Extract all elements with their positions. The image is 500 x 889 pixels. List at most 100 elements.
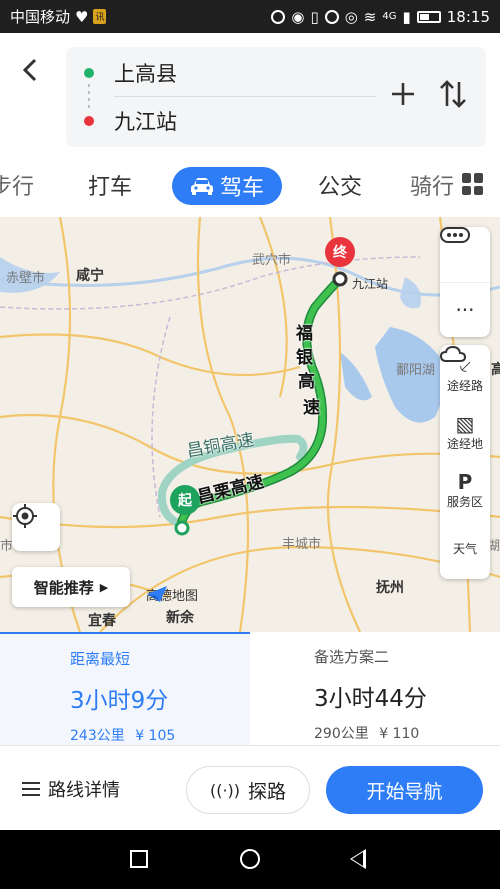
map-label-chibi: 赤壁市: [6, 271, 46, 286]
status-bar: 中国移动 ♥ 讯 ◉ ▯ ◎ ≋ 4G ▮ 18:15: [0, 0, 500, 33]
map-label-fengcheng: 丰城市: [282, 537, 322, 552]
map-label-xinyu: 新余: [166, 610, 194, 626]
route-label-char: 福: [296, 324, 313, 344]
tab-bus[interactable]: 公交: [318, 169, 362, 201]
map-label-xianning: 咸宁: [76, 268, 104, 284]
grid-cell: [474, 185, 483, 195]
route-label-char: 速: [303, 398, 320, 418]
plan-duration: 3小时44分: [314, 686, 427, 712]
origin-marker[interactable]: 起: [170, 485, 200, 515]
plan-duration: 3小时9分: [70, 688, 169, 714]
locate-button[interactable]: [12, 503, 60, 551]
traffic-toggle-button[interactable]: [440, 227, 490, 282]
play-arrow-icon: ▶: [99, 580, 109, 594]
explore-route-button[interactable]: ((·)) 探路: [186, 766, 310, 814]
plan-option-1[interactable]: 距离最短 3小时9分 243公里 ¥ 105: [0, 632, 250, 745]
broadcast-icon: ((·)): [209, 780, 241, 800]
end-point: [332, 271, 348, 287]
ellipsis-icon: ···: [455, 298, 475, 322]
clock-time: 18:15: [446, 7, 490, 26]
swap-route-button[interactable]: [436, 77, 470, 111]
grid-cell: [462, 185, 471, 195]
cloud-icon: [440, 345, 466, 362]
map-label-wuxue: 武穴市: [252, 253, 292, 268]
service-area-label: 服务区: [446, 494, 483, 509]
more-tabs-button[interactable]: [462, 173, 484, 195]
service-area-icon: P: [457, 469, 473, 494]
home-button[interactable]: [240, 849, 260, 869]
waypoint-route-label: 途经路: [446, 378, 483, 393]
via-place-icon: ▧: [455, 411, 475, 436]
grid-cell: [474, 173, 483, 183]
tab-walk[interactable]: 步行: [0, 169, 34, 201]
tab-bike[interactable]: 骑行: [410, 169, 454, 201]
list-icon: [22, 782, 40, 796]
map-view[interactable]: 赤壁市 咸宁 武穴市 九江站 鄱阳湖 丰城市 抚州 宜春 新余 市 湖 高 福 …: [0, 217, 500, 632]
grid-cell: [462, 173, 471, 183]
via-place-button[interactable]: ▧ 途经地: [440, 403, 490, 461]
plan-meta: 290公里 ¥ 110: [314, 723, 500, 743]
eye-icon: ◎: [344, 7, 358, 26]
system-navigation-bar: [0, 830, 500, 889]
origin-text: 上高县: [114, 62, 177, 86]
back-button[interactable]: [16, 55, 46, 85]
amap-logo: 高德地图: [146, 585, 198, 604]
plus-icon: [392, 83, 414, 105]
traffic-icon: [440, 227, 470, 243]
tab-drive-label: 驾车: [219, 176, 264, 201]
route-header: 上高县 九江站: [0, 33, 500, 155]
wifi-icon: ≋: [363, 7, 377, 26]
plan-title: 备选方案二: [314, 648, 390, 666]
smart-recommend-button[interactable]: 智能推荐 ▶: [12, 567, 130, 607]
origin-dot-icon: [84, 68, 94, 78]
weather-label: 天气: [452, 541, 477, 556]
destination-dot-icon: [84, 116, 94, 126]
more-options-button[interactable]: ···: [440, 282, 490, 337]
map-label-edge: 高: [491, 362, 500, 378]
alarm-icon: [324, 9, 339, 24]
smart-recommend-label: 智能推荐: [33, 578, 94, 597]
back-arrow-icon: [22, 58, 37, 82]
add-waypoint-button[interactable]: [386, 77, 420, 111]
plan-cost: ¥ 105: [135, 728, 176, 744]
destination-field[interactable]: 九江站: [66, 97, 177, 145]
map-label-fuzhou: 抚州: [376, 580, 404, 596]
plan-option-2[interactable]: 备选方案二 3小时44分 290公里 ¥ 110: [250, 632, 500, 745]
start-navigation-button[interactable]: 开始导航: [326, 766, 483, 814]
network-type: 4G: [382, 11, 397, 22]
car-icon: [190, 178, 213, 195]
destination-marker[interactable]: 终: [325, 237, 355, 267]
destination-text: 九江站: [114, 110, 177, 134]
route-detail-label: 路线详情: [48, 780, 120, 801]
transport-tabs: 步行 打车 驾车 公交 骑行: [0, 155, 500, 217]
recent-apps-button[interactable]: [130, 850, 148, 868]
route-label-char: 高: [298, 372, 315, 392]
origin-field[interactable]: 上高县: [66, 49, 177, 97]
locate-icon: [13, 504, 37, 528]
tab-taxi[interactable]: 打车: [88, 169, 132, 201]
plan-distance: 243公里: [70, 728, 125, 744]
route-detail-button[interactable]: 路线详情: [22, 776, 120, 802]
amap-logo-icon: [147, 586, 167, 602]
map-top-controls: ···: [440, 227, 490, 337]
swap-icon: [440, 80, 466, 108]
nfc-icon: [271, 9, 286, 24]
heart-icon: ♥: [75, 7, 89, 26]
map-side-controls: ⸔ 途经路 ▧ 途经地 P 服务区 天气: [440, 345, 490, 579]
system-back-button[interactable]: [350, 849, 366, 869]
route-label-char: 银: [296, 348, 313, 368]
signal-icon: ▮: [402, 7, 411, 26]
explore-label: 探路: [248, 780, 287, 803]
plan-meta: 243公里 ¥ 105: [70, 725, 250, 745]
location-icon: ◉: [291, 7, 305, 26]
service-area-button[interactable]: P 服务区: [440, 461, 490, 519]
plan-title: 距离最短: [70, 650, 131, 668]
tab-drive[interactable]: 驾车: [172, 167, 282, 205]
weather-button[interactable]: 天气: [440, 345, 490, 577]
plan-cost: ¥ 110: [379, 726, 420, 742]
map-label-yichun: 宜春: [88, 613, 116, 629]
via-place-label: 途经地: [446, 436, 483, 451]
map-label-jiujiang-station: 九江站: [352, 277, 389, 291]
battery-icon: [416, 10, 441, 23]
carrier-name: 中国移动: [10, 8, 71, 26]
